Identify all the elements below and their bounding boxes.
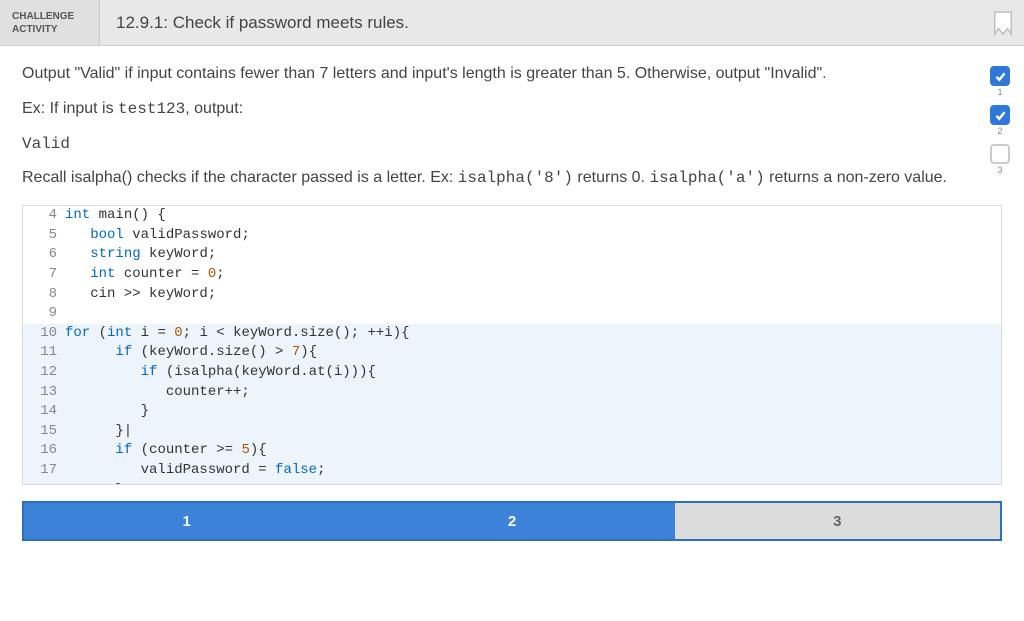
line-number: 6 <box>23 245 65 265</box>
code-line[interactable]: }| <box>65 422 132 442</box>
unchecked-icon <box>990 144 1010 164</box>
challenge-header: CHALLENGE ACTIVITY 12.9.1: Check if pass… <box>0 0 1024 46</box>
step-tabs: 1 2 3 <box>22 501 1002 541</box>
code-row[interactable]: 9 <box>23 304 1001 324</box>
bookmark-icon[interactable] <box>982 0 1024 45</box>
code-row[interactable]: 12 if (isalpha(keyWord.at(i))){ <box>23 363 1001 383</box>
code-line[interactable]: string keyWord; <box>65 245 216 265</box>
code-row[interactable]: 5 bool validPassword; <box>23 226 1001 246</box>
code-line[interactable]: if (counter >= 5){ <box>65 441 267 461</box>
instructions: Output "Valid" if input contains fewer t… <box>22 62 982 201</box>
challenge-badge: CHALLENGE ACTIVITY <box>0 0 100 45</box>
code-row[interactable]: 11 if (keyWord.size() > 7){ <box>23 343 1001 363</box>
step-2-tab[interactable]: 2 <box>349 503 674 539</box>
line-number: 7 <box>23 265 65 285</box>
code-line[interactable]: for (int i = 0; i < keyWord.size(); ++i)… <box>65 324 410 344</box>
code-row[interactable]: 15 }| <box>23 422 1001 442</box>
instruction-p1: Output "Valid" if input contains fewer t… <box>22 62 972 87</box>
code-line[interactable]: } <box>65 402 149 422</box>
check-icon <box>990 105 1010 125</box>
code-line[interactable]: validPassword = false; <box>65 461 325 481</box>
line-number: 10 <box>23 324 65 344</box>
line-number: 5 <box>23 226 65 246</box>
code-line[interactable]: bool validPassword; <box>65 226 250 246</box>
code-row[interactable]: 4int main() { <box>23 206 1001 226</box>
line-number: 12 <box>23 363 65 383</box>
code-line[interactable]: cin >> keyWord; <box>65 285 216 305</box>
example-input-code: test123 <box>118 100 185 118</box>
code-row[interactable]: 18 } <box>23 481 1001 486</box>
checkpoint-1: 1 <box>990 66 1010 97</box>
code-line[interactable]: int main() { <box>65 206 166 226</box>
code-line[interactable]: } <box>65 481 124 486</box>
code-row[interactable]: 17 validPassword = false; <box>23 461 1001 481</box>
challenge-line1: CHALLENGE <box>12 10 87 23</box>
code-line[interactable]: if (keyWord.size() > 7){ <box>65 343 317 363</box>
line-number: 18 <box>23 481 65 486</box>
line-number: 16 <box>23 441 65 461</box>
page-title: 12.9.1: Check if password meets rules. <box>100 0 982 45</box>
code-row[interactable]: 10for (int i = 0; i < keyWord.size(); ++… <box>23 324 1001 344</box>
line-number: 14 <box>23 402 65 422</box>
code-row[interactable]: 7 int counter = 0; <box>23 265 1001 285</box>
check-icon <box>990 66 1010 86</box>
code-line[interactable]: counter++; <box>65 383 250 403</box>
line-number: 15 <box>23 422 65 442</box>
code-row[interactable]: 13 counter++; <box>23 383 1001 403</box>
code-line[interactable]: int counter = 0; <box>65 265 225 285</box>
step-1-tab[interactable]: 1 <box>24 503 349 539</box>
line-number: 17 <box>23 461 65 481</box>
line-number: 8 <box>23 285 65 305</box>
code-editor[interactable]: 4int main() {5 bool validPassword;6 stri… <box>22 205 1002 485</box>
line-number: 9 <box>23 304 65 324</box>
line-number: 11 <box>23 343 65 363</box>
line-number: 4 <box>23 206 65 226</box>
checkpoint-3: 3 <box>990 144 1010 175</box>
checkpoint-indicators: 1 2 3 <box>982 62 1018 201</box>
isalpha-example-2: isalpha('a') <box>649 169 764 187</box>
expected-output: Valid <box>22 132 972 157</box>
challenge-line2: ACTIVITY <box>12 23 87 36</box>
step-3-tab[interactable]: 3 <box>675 503 1000 539</box>
code-row[interactable]: 8 cin >> keyWord; <box>23 285 1001 305</box>
instruction-p3: Recall isalpha() checks if the character… <box>22 166 972 191</box>
isalpha-example-1: isalpha('8') <box>458 169 573 187</box>
code-row[interactable]: 6 string keyWord; <box>23 245 1001 265</box>
checkpoint-2: 2 <box>990 105 1010 136</box>
code-row[interactable]: 14 } <box>23 402 1001 422</box>
instruction-p2: Ex: If input is test123, output: <box>22 97 972 122</box>
code-row[interactable]: 16 if (counter >= 5){ <box>23 441 1001 461</box>
line-number: 13 <box>23 383 65 403</box>
code-line[interactable]: if (isalpha(keyWord.at(i))){ <box>65 363 376 383</box>
